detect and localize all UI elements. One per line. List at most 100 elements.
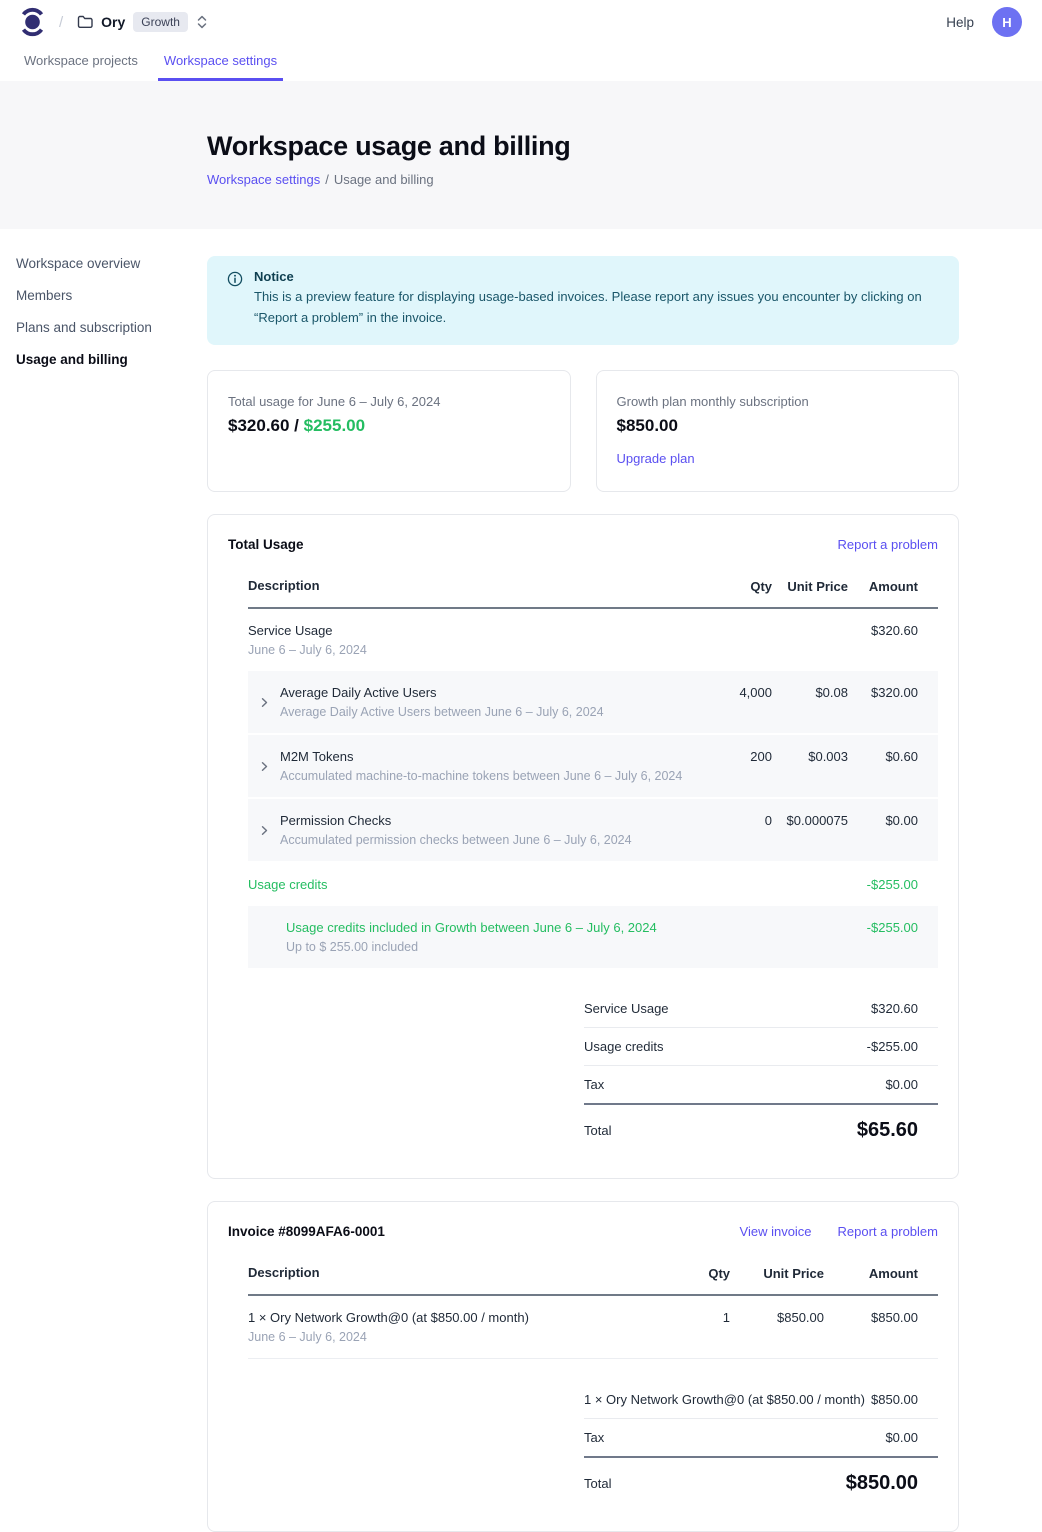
column-header-qty: Qty	[670, 1265, 730, 1282]
invoice-table: DescriptionQtyUnit PriceAmount1 × Ory Ne…	[248, 1257, 938, 1359]
total-value: $65.60	[857, 1119, 918, 1142]
summary-row: Tax $0.00	[584, 1066, 938, 1105]
row-description: Permission Checks Accumulated permission …	[259, 812, 694, 848]
usage-separator: /	[289, 416, 303, 435]
table-header-row: DescriptionQtyUnit PriceAmount	[248, 570, 938, 609]
tab-workspace-projects[interactable]: Workspace projects	[18, 44, 144, 81]
summary-label: Tax	[584, 1430, 604, 1445]
column-header-qty: Qty	[694, 578, 772, 595]
total-value: $850.00	[846, 1472, 918, 1495]
row-subtitle: June 6 – July 6, 2024	[248, 1330, 529, 1345]
chevron-right-icon[interactable]	[259, 697, 270, 708]
summary-label: Tax	[584, 1077, 604, 1092]
row-subtitle: Accumulated permission checks between Ju…	[280, 833, 632, 848]
plan-card-label: Growth plan monthly subscription	[617, 394, 939, 409]
table-row: Usage credits-$255.00	[248, 863, 938, 906]
usage-report-problem-link[interactable]: Report a problem	[838, 537, 938, 552]
usage-card-value: $320.60 / $255.00	[228, 416, 550, 436]
row-amount: $850.00	[824, 1309, 918, 1326]
row-text: 1 × Ory Network Growth@0 (at $850.00 / m…	[248, 1309, 529, 1345]
tab-workspace-settings[interactable]: Workspace settings	[158, 44, 283, 81]
column-header-amount: Amount	[824, 1265, 918, 1282]
row-text: M2M Tokens Accumulated machine-to-machine…	[280, 748, 682, 784]
row-description: Service Usage June 6 – July 6, 2024	[248, 622, 694, 658]
row-unit-price: $0.003	[772, 748, 848, 765]
plan-card-value: $850.00	[617, 416, 939, 436]
notice-body: This is a preview feature for displaying…	[254, 287, 926, 329]
summary-value: $850.00	[871, 1392, 918, 1407]
chevron-right-icon[interactable]	[259, 761, 270, 772]
invoice-title: Invoice #8099AFA6-0001	[228, 1224, 385, 1239]
sidebar-item-members[interactable]: Members	[16, 288, 191, 303]
row-text: Usage credits included in Growth between…	[286, 919, 657, 955]
usage-used: $320.60	[228, 416, 289, 435]
row-title: Service Usage	[248, 622, 367, 639]
info-icon	[227, 271, 243, 329]
sidebar-item-workspace-overview[interactable]: Workspace overview	[16, 256, 191, 271]
usage-credit-limit: $255.00	[304, 416, 365, 435]
breadcrumb-current: Usage and billing	[334, 172, 434, 187]
row-subtitle: Accumulated machine-to-machine tokens be…	[280, 769, 682, 784]
row-title: 1 × Ory Network Growth@0 (at $850.00 / m…	[248, 1309, 529, 1326]
ory-logo-icon[interactable]	[20, 7, 45, 37]
row-description: Average Daily Active UsersAverage Daily …	[259, 684, 694, 720]
row-title: Usage credits included in Growth between…	[286, 919, 657, 936]
header-separator: /	[59, 14, 63, 31]
row-text: Permission Checks Accumulated permission …	[280, 812, 632, 848]
tab-bar: Workspace projects Workspace settings	[0, 44, 1042, 81]
help-link[interactable]: Help	[946, 15, 974, 30]
upgrade-plan-link[interactable]: Upgrade plan	[617, 451, 695, 466]
page-title: Workspace usage and billing	[207, 131, 1042, 162]
total-label: Total	[584, 1476, 611, 1491]
summary-row: Tax $0.00	[584, 1419, 938, 1458]
row-amount: -$255.00	[848, 919, 918, 936]
page: / Ory Growth Help H Workspace projectsWo…	[0, 0, 1042, 1532]
summary-value: $0.00	[885, 1077, 918, 1092]
invoice-summary: 1 × Ory Network Growth@0 (at $850.00 / m…	[584, 1381, 938, 1495]
usage-summary: Service Usage$320.60Usage credits-$255.0…	[584, 990, 938, 1142]
notice-banner: Notice This is a preview feature for dis…	[207, 256, 959, 345]
table-row[interactable]: M2M Tokens Accumulated machine-to-machine…	[248, 735, 938, 797]
table-row[interactable]: Permission Checks Accumulated permission …	[248, 799, 938, 861]
summary-value: $0.00	[885, 1430, 918, 1445]
row-text: Usage credits	[248, 876, 327, 893]
usage-card-label: Total usage for June 6 – July 6, 2024	[228, 394, 550, 409]
total-row: Total $65.60	[584, 1105, 938, 1142]
summary-row: 1 × Ory Network Growth@0 (at $850.00 / m…	[584, 1381, 938, 1419]
row-text: Average Daily Active UsersAverage Daily …	[280, 684, 604, 720]
breadcrumb-link[interactable]: Workspace settings	[207, 172, 320, 187]
row-unit-price: $850.00	[730, 1309, 824, 1326]
row-subtitle: June 6 – July 6, 2024	[248, 643, 367, 658]
chevron-right-icon[interactable]	[259, 825, 270, 836]
sidebar-item-usage-and-billing[interactable]: Usage and billing	[16, 352, 191, 367]
column-header-amount: Amount	[848, 578, 918, 595]
chevron-updown-icon[interactable]	[196, 14, 208, 30]
column-header-unit-price: Unit Price	[772, 578, 848, 595]
avatar[interactable]: H	[992, 7, 1022, 37]
row-unit-price: $0.08	[772, 684, 848, 701]
usage-panel-title: Total Usage	[228, 537, 304, 552]
summary-value: $320.60	[871, 1001, 918, 1016]
row-title: M2M Tokens	[280, 748, 682, 765]
workspace-name: Ory	[101, 14, 125, 30]
table-row[interactable]: Average Daily Active UsersAverage Daily …	[248, 671, 938, 733]
breadcrumb-separator: /	[325, 172, 329, 187]
row-amount: $320.60	[848, 622, 918, 639]
plan-badge: Growth	[133, 12, 188, 32]
row-description: Usage credits	[248, 876, 694, 893]
row-amount: $0.60	[848, 748, 918, 765]
summary-value: -$255.00	[867, 1039, 918, 1054]
total-label: Total	[584, 1123, 611, 1138]
notice-title: Notice	[254, 269, 926, 284]
workspace-switcher[interactable]: Ory Growth	[77, 12, 208, 32]
row-title: Permission Checks	[280, 812, 632, 829]
summary-row: Service Usage$320.60	[584, 990, 938, 1028]
total-usage-card: Total usage for June 6 – July 6, 2024 $3…	[207, 370, 571, 492]
view-invoice-link[interactable]: View invoice	[740, 1224, 812, 1239]
sidebar-item-plans-and-subscription[interactable]: Plans and subscription	[16, 320, 191, 335]
row-description: Usage credits included in Growth between…	[259, 919, 694, 955]
table-row: Usage credits included in Growth between…	[248, 906, 938, 968]
row-unit-price: $0.000075	[772, 812, 848, 829]
invoice-report-problem-link[interactable]: Report a problem	[838, 1224, 938, 1239]
invoice-panel: Invoice #8099AFA6-0001 View invoice Repo…	[207, 1201, 959, 1532]
